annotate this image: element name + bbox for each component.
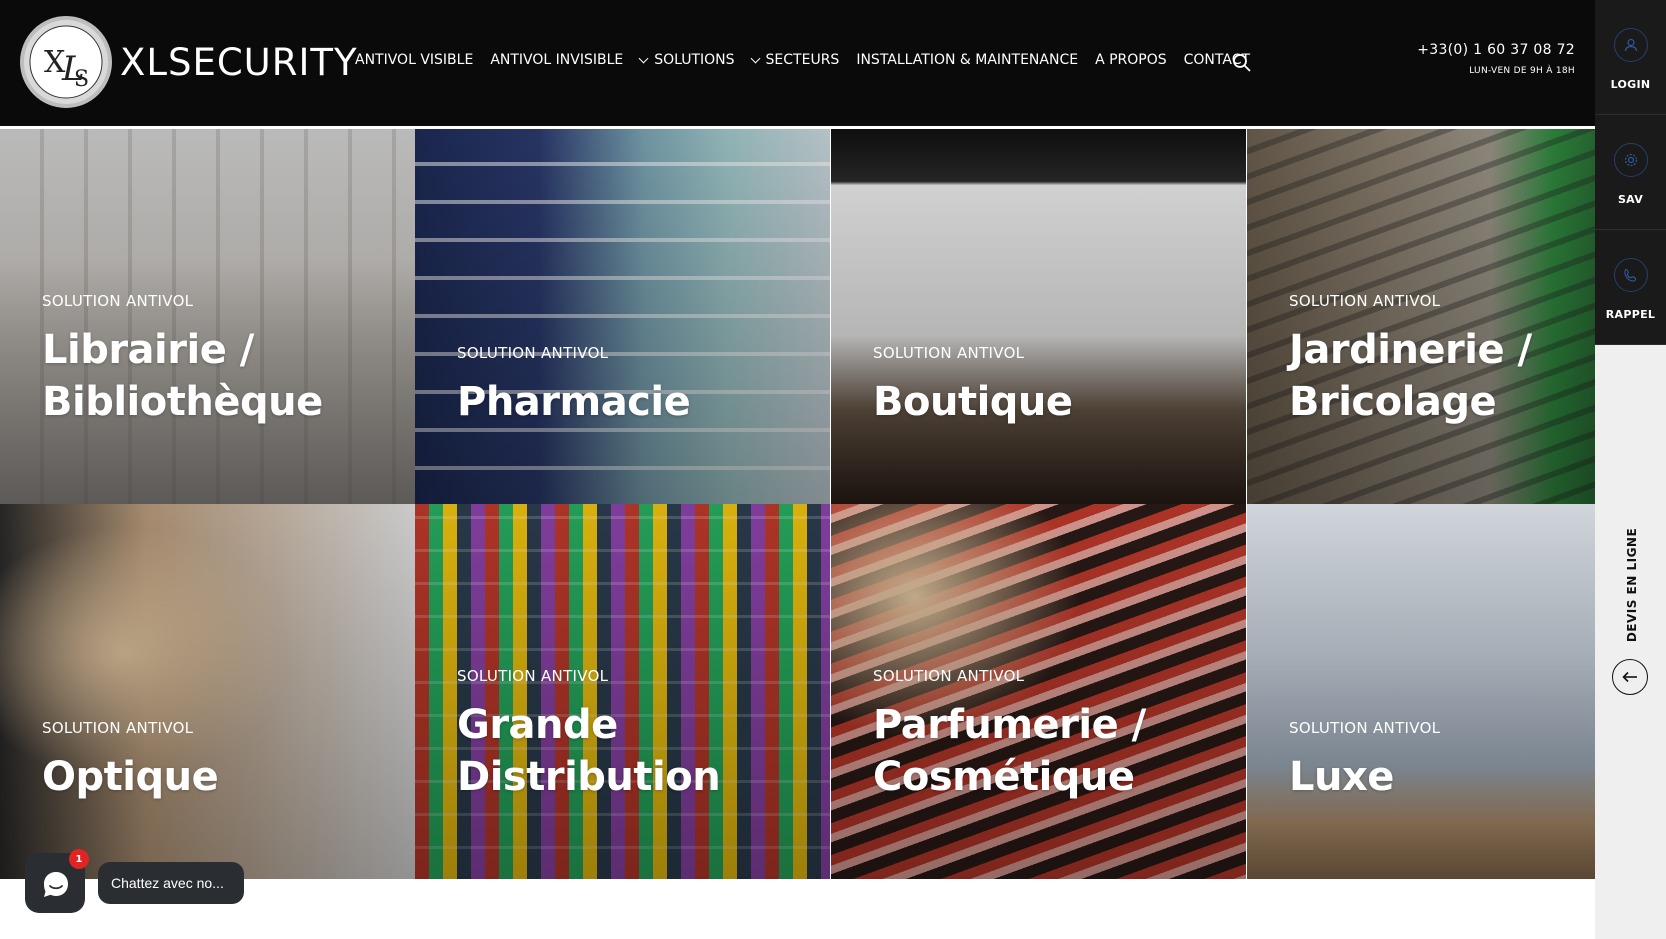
- devis-label: DEVIS EN LIGNE: [1625, 527, 1639, 643]
- tile-kicker: SOLUTION ANTIVOL: [42, 292, 194, 310]
- tile-parfumerie[interactable]: SOLUTION ANTIVOL Parfumerie / Cosmétique: [831, 504, 1246, 879]
- tile-title-line: Parfumerie /: [873, 702, 1146, 748]
- logo-monogram: X L S: [20, 16, 112, 108]
- site-logo[interactable]: X L S XLSECURITY: [20, 16, 358, 108]
- nav-item-secteurs[interactable]: SECTEURS: [750, 52, 840, 68]
- tile-jardinerie[interactable]: SOLUTION ANTIVOL Jardinerie / Bricolage: [1247, 129, 1595, 504]
- tile-luxe[interactable]: SOLUTION ANTIVOL Luxe: [1247, 504, 1595, 879]
- arrow-left-icon[interactable]: [1612, 659, 1648, 695]
- tile-overlay: [0, 504, 415, 879]
- chevron-down-icon: [750, 53, 760, 63]
- contact-block: +33(0) 1 60 37 08 72 LUN-VEN DE 9H À 18H: [1417, 42, 1575, 76]
- tile-title-line: Optique: [42, 754, 219, 800]
- nav-label: ANTIVOL VISIBLE: [355, 52, 474, 68]
- tile-kicker: SOLUTION ANTIVOL: [873, 667, 1025, 685]
- tile-title: Grande Distribution: [457, 699, 721, 803]
- tile-title-line: Bibliothèque: [42, 379, 323, 425]
- tile-title-line: Grande: [457, 702, 618, 748]
- svg-text:S: S: [74, 67, 89, 92]
- phone-number[interactable]: +33(0) 1 60 37 08 72: [1417, 42, 1575, 58]
- tile-copy: SOLUTION ANTIVOL Boutique: [873, 344, 1073, 428]
- nav-item-solutions[interactable]: SOLUTIONS: [638, 52, 735, 68]
- search-icon[interactable]: [1232, 53, 1252, 73]
- tile-librairie[interactable]: SOLUTION ANTIVOL Librairie / Bibliothèque: [0, 129, 415, 504]
- brand-name: XLSECURITY: [120, 40, 358, 84]
- nav-label: ANTIVOL INVISIBLE: [490, 52, 624, 68]
- nav-item-a-propos[interactable]: A PROPOS: [1095, 52, 1167, 68]
- tile-title: Parfumerie / Cosmétique: [873, 699, 1146, 803]
- nav-item-antivol-visible[interactable]: ANTIVOL VISIBLE: [355, 52, 473, 68]
- tile-overlay: [831, 129, 1246, 504]
- tile-kicker: SOLUTION ANTIVOL: [1289, 719, 1441, 737]
- login-label: LOGIN: [1610, 78, 1651, 91]
- right-sidebar: LOGIN SAV RAPPEL DEVIS EN LIGNE: [1595, 0, 1666, 939]
- tile-title-line: Librairie /: [42, 327, 254, 373]
- tile-title: Jardinerie / Bricolage: [1289, 324, 1532, 428]
- nav-item-antivol-invisible[interactable]: ANTIVOL INVISIBLE: [490, 52, 623, 68]
- tile-title: Luxe: [1289, 751, 1440, 803]
- main-nav: ANTIVOL VISIBLE ANTIVOL INVISIBLE SOLUTI…: [355, 52, 1267, 68]
- sav-button[interactable]: SAV: [1595, 115, 1666, 230]
- tile-grande-distribution[interactable]: SOLUTION ANTIVOL Grande Distribution: [415, 504, 830, 879]
- rappel-label: RAPPEL: [1605, 308, 1656, 321]
- tile-copy: SOLUTION ANTIVOL Jardinerie / Bricolage: [1289, 292, 1532, 428]
- gear-icon: [1613, 143, 1648, 177]
- tile-title-line: Distribution: [457, 754, 721, 800]
- tile-title-line: Luxe: [1289, 754, 1394, 800]
- sav-label: SAV: [1617, 193, 1644, 206]
- nav-label: SECTEURS: [765, 52, 840, 68]
- user-icon: [1613, 28, 1648, 62]
- nav-item-installation[interactable]: INSTALLATION & MAINTENANCE: [856, 52, 1078, 68]
- tile-copy: SOLUTION ANTIVOL Librairie / Bibliothèque: [42, 292, 323, 428]
- tile-kicker: SOLUTION ANTIVOL: [457, 667, 609, 685]
- tile-copy: SOLUTION ANTIVOL Optique: [42, 719, 219, 803]
- sidebar-actions: LOGIN SAV RAPPEL: [1595, 0, 1666, 345]
- opening-hours: LUN-VEN DE 9H À 18H: [1469, 66, 1575, 76]
- tile-pharmacie[interactable]: SOLUTION ANTIVOL Pharmacie: [415, 129, 830, 504]
- tile-overlay: [415, 129, 830, 504]
- tile-kicker: SOLUTION ANTIVOL: [873, 344, 1025, 362]
- tile-kicker: SOLUTION ANTIVOL: [457, 344, 609, 362]
- tile-copy: SOLUTION ANTIVOL Luxe: [1289, 719, 1440, 803]
- nav-label: SOLUTIONS: [654, 52, 735, 68]
- tile-kicker: SOLUTION ANTIVOL: [42, 719, 194, 737]
- tile-title: Optique: [42, 751, 219, 803]
- tile-copy: SOLUTION ANTIVOL Parfumerie / Cosmétique: [873, 667, 1146, 803]
- tile-title: Boutique: [873, 376, 1073, 428]
- tile-copy: SOLUTION ANTIVOL Pharmacie: [457, 344, 691, 428]
- tile-title-line: Boutique: [873, 379, 1073, 425]
- login-button[interactable]: LOGIN: [1595, 0, 1666, 115]
- rappel-button[interactable]: RAPPEL: [1595, 230, 1666, 345]
- tile-title-line: Jardinerie /: [1289, 327, 1532, 373]
- site-header: X L S XLSECURITY ANTIVOL VISIBLE ANTIVOL…: [0, 0, 1595, 126]
- tile-title: Pharmacie: [457, 376, 691, 428]
- tile-title-line: Bricolage: [1289, 379, 1497, 425]
- tile-kicker: SOLUTION ANTIVOL: [1289, 292, 1441, 310]
- tile-title-line: Pharmacie: [457, 379, 691, 425]
- tile-title: Librairie / Bibliothèque: [42, 324, 323, 428]
- nav-label: A PROPOS: [1095, 52, 1167, 68]
- tile-optique[interactable]: SOLUTION ANTIVOL Optique: [0, 504, 415, 879]
- chat-prompt[interactable]: Chattez avec no...: [98, 862, 244, 904]
- phone-icon: [1613, 258, 1648, 292]
- tile-boutique[interactable]: SOLUTION ANTIVOL Boutique: [831, 129, 1246, 504]
- tile-copy: SOLUTION ANTIVOL Grande Distribution: [457, 667, 721, 803]
- chevron-down-icon: [638, 53, 649, 63]
- nav-label: INSTALLATION & MAINTENANCE: [856, 52, 1079, 68]
- tile-overlay: [1247, 504, 1595, 879]
- tile-title-line: Cosmétique: [873, 754, 1135, 800]
- chat-unread-badge: 1: [69, 849, 89, 869]
- devis-en-ligne-tab[interactable]: DEVIS EN LIGNE: [1612, 527, 1652, 643]
- sectors-grid: SOLUTION ANTIVOL Librairie / Bibliothèque…: [0, 129, 1595, 880]
